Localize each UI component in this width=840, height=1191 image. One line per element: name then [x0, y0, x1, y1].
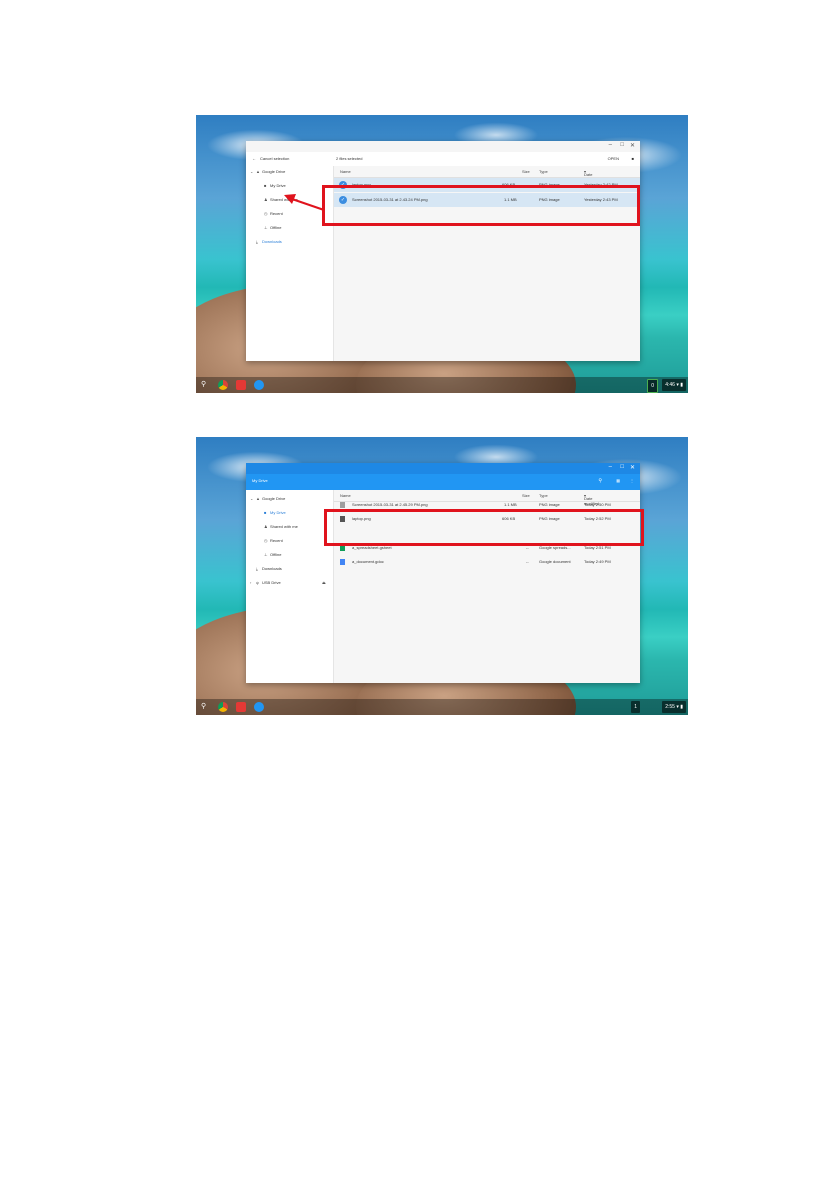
maximize-icon[interactable]: □: [620, 142, 624, 148]
chrome-icon[interactable]: [218, 702, 228, 712]
sidebar-item-google-drive[interactable]: ⌄ ▲ Google Drive: [250, 169, 285, 174]
image-file-icon: [340, 502, 345, 508]
shelf: ⚲ 1 2:55 ▾ ▮: [196, 699, 688, 715]
sidebar-item-my-drive[interactable]: ■ My Drive: [264, 183, 286, 188]
column-type[interactable]: Type: [539, 169, 548, 174]
files-app-icon[interactable]: [254, 702, 264, 712]
battery-icon: ▮: [680, 704, 683, 710]
battery-icon: ▮: [680, 382, 683, 388]
sidebar-item-offline[interactable]: ⊥ Offline: [264, 225, 282, 230]
files-app-icon[interactable]: [254, 380, 264, 390]
document-icon: [340, 559, 345, 565]
highlight-box-moved-files: [324, 509, 644, 546]
window-titlebar: ‒ □ ✕: [246, 141, 640, 152]
clock-time: 2:55: [665, 704, 675, 710]
drag-arrow-icon: [284, 194, 325, 211]
column-size[interactable]: Size: [522, 169, 530, 174]
screenshot-after: ‒ □ ✕ My Drive ⚲ ▦ ⋮ ⌄ ▲ Google Drive ■ My …: [196, 437, 688, 715]
more-menu-icon[interactable]: ⋮: [630, 478, 634, 483]
selected-count: 2 files selected: [336, 156, 363, 161]
open-button[interactable]: OPEN: [608, 156, 619, 161]
sidebar-item-google-drive[interactable]: ⌄ ▲ Google Drive: [250, 496, 285, 501]
sidebar-item-usb-drive[interactable]: › ψ USB Drive: [250, 580, 281, 585]
status-tray[interactable]: 4:46 ▾ ▮: [662, 379, 686, 391]
clock-time: 4:46: [665, 382, 675, 388]
wifi-icon: ▾: [676, 704, 679, 710]
maximize-icon[interactable]: □: [620, 464, 624, 470]
notification-badge[interactable]: 1: [631, 701, 640, 713]
cancel-selection-button[interactable]: Cancel selection: [260, 156, 289, 161]
youtube-icon[interactable]: [236, 380, 246, 390]
sidebar-item-shared[interactable]: ♟ Shared with me: [264, 524, 298, 529]
column-name[interactable]: Name: [340, 169, 351, 174]
files-window: ‒ □ ✕ My Drive ⚲ ▦ ⋮ ⌄ ▲ Google Drive ■ My …: [246, 463, 640, 683]
selection-toolbar: ← Cancel selection 2 files selected OPEN…: [246, 152, 640, 167]
app-toolbar: My Drive ⚲ ▦ ⋮: [246, 474, 640, 490]
notification-badge[interactable]: 0: [647, 379, 658, 393]
shelf: ⚲ 0 4:46 ▾ ▮: [196, 377, 688, 393]
sidebar-item-my-drive[interactable]: ■ My Drive: [264, 510, 286, 515]
youtube-icon[interactable]: [236, 702, 246, 712]
search-icon[interactable]: ⚲: [598, 478, 602, 484]
sidebar: ⌄ ▲ Google Drive ■ My Drive ♟ Shared with me…: [246, 490, 333, 683]
table-row[interactable]: a_document.gdoc -- Google document Today…: [334, 555, 640, 569]
close-icon[interactable]: ✕: [630, 464, 635, 471]
column-header: Name Size Type Date modified ▾: [334, 166, 640, 182]
wifi-icon: ▾: [676, 382, 679, 388]
sidebar-item-downloads[interactable]: ⤓ Downloads: [256, 566, 282, 571]
launcher-search-icon[interactable]: ⚲: [201, 702, 206, 710]
eject-icon[interactable]: ⏏: [322, 580, 326, 585]
view-toggle-icon[interactable]: ▦: [616, 478, 620, 483]
highlight-box-selected-files: [322, 185, 640, 226]
chrome-icon[interactable]: [218, 380, 228, 390]
page-title: My Drive: [252, 478, 268, 483]
sidebar-item-downloads[interactable]: ⤓ Downloads: [256, 239, 282, 244]
trash-icon[interactable]: ■: [632, 156, 634, 161]
close-icon[interactable]: ✕: [630, 142, 635, 149]
column-date[interactable]: Date modified ▾: [584, 169, 599, 182]
window-titlebar: ‒ □ ✕: [246, 463, 640, 474]
sidebar-item-recent[interactable]: ◷ Recent: [264, 538, 283, 543]
files-window: ‒ □ ✕ ← Cancel selection 2 files selecte…: [246, 141, 640, 361]
back-arrow-icon[interactable]: ←: [252, 156, 256, 161]
screenshot-before: ‒ □ ✕ ← Cancel selection 2 files selecte…: [196, 115, 688, 393]
launcher-search-icon[interactable]: ⚲: [201, 380, 206, 388]
sidebar-item-offline[interactable]: ⊥ Offline: [264, 552, 282, 557]
status-tray[interactable]: 2:55 ▾ ▮: [662, 701, 686, 713]
minimize-icon[interactable]: ‒: [609, 142, 612, 148]
minimize-icon[interactable]: ‒: [609, 464, 612, 470]
